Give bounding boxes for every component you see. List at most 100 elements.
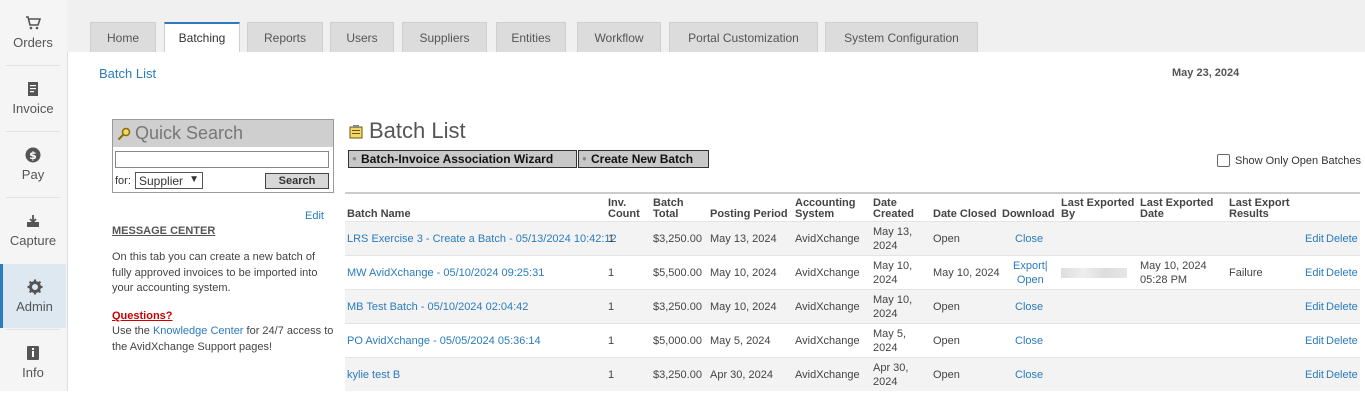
posting-period: May 5, 2024 xyxy=(710,334,771,347)
batch-name-link[interactable]: MW AvidXchange - 05/10/2024 09:25:31 xyxy=(347,256,544,289)
batch-name-link[interactable]: kylie test B xyxy=(347,358,400,391)
delete-link[interactable]: Delete xyxy=(1326,222,1358,255)
quick-search-input[interactable] xyxy=(115,151,329,168)
capture-icon xyxy=(27,214,39,227)
download-links[interactable]: Close xyxy=(1015,290,1043,323)
breadcrumb[interactable]: Batch List xyxy=(99,66,156,81)
inv-count: 1 xyxy=(608,300,615,313)
download-link-1[interactable]: Export| xyxy=(1013,259,1048,273)
download-link-1[interactable]: Close xyxy=(1015,334,1043,348)
svg-text:$: $ xyxy=(29,149,37,162)
col-date-closed[interactable]: Date Closed xyxy=(933,209,997,220)
tab-reports[interactable]: Reports xyxy=(247,22,323,52)
batch-total: $3,250.00 xyxy=(653,368,702,381)
table-row: kylie test B 1 $3,250.00 Apr 30, 2024 Av… xyxy=(345,357,1360,391)
edit-link[interactable]: Edit xyxy=(1305,324,1324,357)
button-dot-icon: ● xyxy=(352,154,357,163)
download-links[interactable]: Export| Open xyxy=(1013,256,1048,289)
tab-entities[interactable]: Entities xyxy=(496,22,566,52)
batch-name-link[interactable]: MB Test Batch - 05/10/2024 02:04:42 xyxy=(347,290,528,323)
tab-suppliers[interactable]: Suppliers xyxy=(402,22,487,52)
batch-table: Batch Name Inv. Count Batch Total Postin… xyxy=(345,192,1360,391)
nav-label: Info xyxy=(22,364,44,380)
batch-total: $5,000.00 xyxy=(653,334,702,347)
tab-portal-customization[interactable]: Portal Customization xyxy=(669,22,818,52)
knowledge-center-link[interactable]: Knowledge Center xyxy=(153,325,244,337)
create-new-batch-button[interactable]: ● Create New Batch xyxy=(578,150,709,168)
posting-period: May 10, 2024 xyxy=(710,300,777,313)
delete-link[interactable]: Delete xyxy=(1326,358,1358,391)
delete-link[interactable]: Delete xyxy=(1326,324,1358,357)
col-batch-total-2[interactable]: Total xyxy=(653,209,678,220)
download-link-1[interactable]: Close xyxy=(1015,232,1043,246)
delete-link[interactable]: Delete xyxy=(1326,290,1358,323)
cart-icon xyxy=(26,15,41,29)
download-links[interactable]: Close xyxy=(1015,222,1043,255)
col-last-exported-by-2[interactable]: By xyxy=(1061,209,1075,220)
batch-invoice-wizard-button[interactable]: ● Batch-Invoice Association Wizard xyxy=(348,150,577,168)
table-body: LRS Exercise 3 - Create a Batch - 05/13/… xyxy=(345,221,1360,391)
last-export-results: Failure xyxy=(1229,266,1263,279)
download-link-1[interactable]: Close xyxy=(1015,300,1043,314)
download-link-2[interactable]: Open xyxy=(1017,273,1044,287)
tab-system-configuration[interactable]: System Configuration xyxy=(825,22,978,52)
edit-link[interactable]: Edit xyxy=(1305,290,1324,323)
col-inv-count-2[interactable]: Count xyxy=(608,209,640,220)
show-only-open-batches[interactable]: Show Only Open Batches xyxy=(1217,154,1361,167)
tab-batching[interactable]: Batching xyxy=(164,22,240,52)
date-closed: May 10, 2024 xyxy=(933,266,1000,279)
last-exported-date-line-1: May 10, 2024 xyxy=(1140,259,1207,272)
col-date-created-2[interactable]: Created xyxy=(873,209,914,220)
dollar-icon: $ xyxy=(25,147,41,162)
date-closed: Open xyxy=(933,300,960,313)
chevron-down-icon: ▼ xyxy=(189,174,199,185)
nav-capture[interactable]: Capture xyxy=(0,198,66,262)
col-last-export-results-2[interactable]: Results xyxy=(1229,209,1269,220)
table-row: PO AvidXchange - 05/05/2024 05:36:14 1 $… xyxy=(345,323,1360,357)
download-link-1[interactable]: Close xyxy=(1015,368,1043,382)
col-accounting-2[interactable]: System xyxy=(795,209,834,220)
edit-link[interactable]: Edit xyxy=(1305,256,1324,289)
inv-count: 1 xyxy=(608,334,615,347)
top-tab-bar: Home Batching Reports Users Suppliers En… xyxy=(67,0,1365,52)
edit-link[interactable]: Edit xyxy=(1305,222,1324,255)
nav-pay[interactable]: $ Pay xyxy=(0,132,66,196)
col-last-exported-date-2[interactable]: Date xyxy=(1140,209,1164,220)
checkbox[interactable] xyxy=(1217,154,1230,167)
redacted-user xyxy=(1061,267,1127,278)
posting-period: Apr 30, 2024 xyxy=(710,368,773,381)
nav-orders[interactable]: Orders xyxy=(0,0,66,64)
inv-count: 1 xyxy=(608,232,615,245)
date-created-line-1: May 13, xyxy=(873,225,913,238)
delete-link[interactable]: Delete xyxy=(1326,256,1358,289)
accounting-system: AvidXchange xyxy=(795,232,860,245)
search-button[interactable]: Search xyxy=(265,173,329,189)
last-exported-by xyxy=(1061,256,1127,289)
nav-invoice[interactable]: Invoice xyxy=(0,66,66,130)
date-created: May 10, 2024 xyxy=(873,256,912,289)
date-created-line-2: 2024 xyxy=(873,273,898,286)
edit-link[interactable]: Edit xyxy=(1305,358,1324,391)
batch-name-link[interactable]: LRS Exercise 3 - Create a Batch - 05/13/… xyxy=(347,222,617,255)
tab-home[interactable]: Home xyxy=(90,22,156,52)
date-created-line-1: May 5, xyxy=(873,327,907,340)
accounting-system: AvidXchange xyxy=(795,266,860,279)
nav-admin[interactable]: Admin xyxy=(0,264,66,328)
date-created: Apr 30, 2024 xyxy=(873,358,908,391)
batch-list-icon xyxy=(349,124,363,138)
nav-info[interactable]: Info xyxy=(0,330,66,394)
date-created-line-2: 2024 xyxy=(873,375,898,388)
message-center-text: On this tab you can create a new batch o… xyxy=(112,251,318,294)
last-exported-date-line-2: 05:28 PM xyxy=(1140,273,1188,286)
search-type-select[interactable]: Supplier ▼ xyxy=(135,172,203,189)
download-links[interactable]: Close xyxy=(1015,358,1043,391)
message-center-edit-link[interactable]: Edit xyxy=(305,210,324,222)
batch-name-link[interactable]: PO AvidXchange - 05/05/2024 05:36:14 xyxy=(347,324,541,357)
col-batch-name[interactable]: Batch Name xyxy=(347,209,411,220)
tab-users[interactable]: Users xyxy=(330,22,394,52)
col-posting-period[interactable]: Posting Period xyxy=(710,209,788,220)
tab-workflow[interactable]: Workflow xyxy=(577,22,661,52)
questions-heading: Questions? xyxy=(112,310,173,322)
download-links[interactable]: Close xyxy=(1015,324,1043,357)
date-created: May 13, 2024 xyxy=(873,222,912,255)
